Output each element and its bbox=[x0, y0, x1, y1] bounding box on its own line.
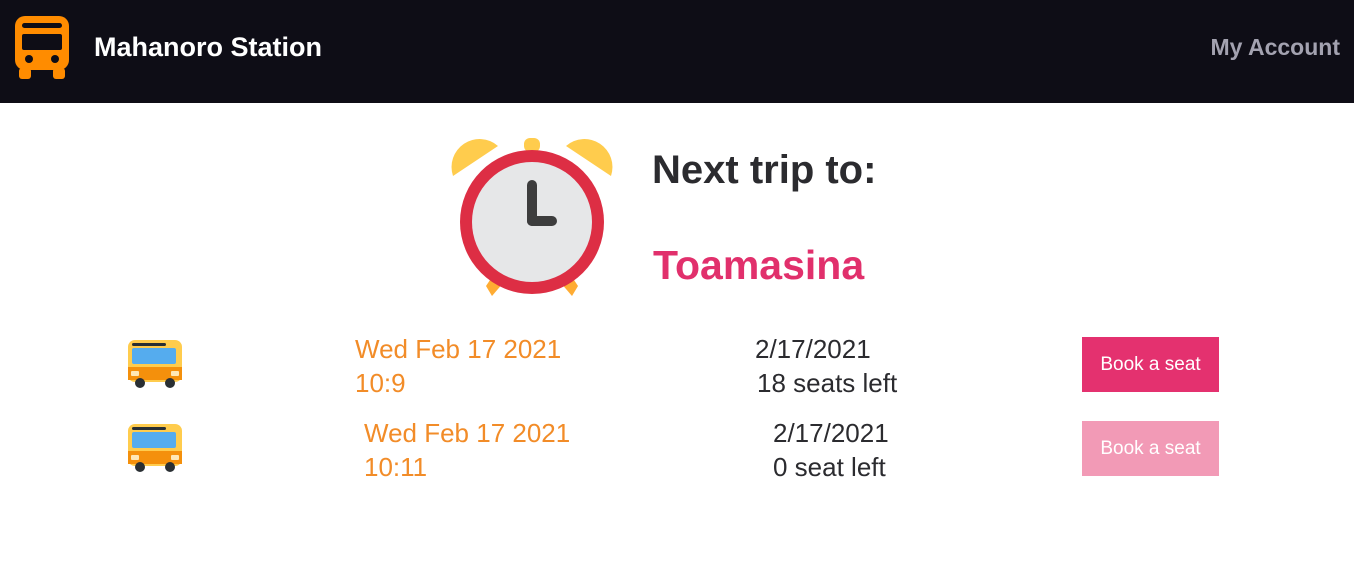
bus-front-icon[interactable] bbox=[13, 14, 71, 80]
trip-date: 2/17/2021 bbox=[773, 418, 889, 448]
trip-row: Wed Feb 17 2021 10:9 2/17/2021 18 seats … bbox=[0, 334, 1354, 401]
trip-day: Wed Feb 17 2021 bbox=[364, 418, 571, 448]
alarm-clock-icon bbox=[451, 138, 613, 296]
seats-left: 0 seat left bbox=[773, 452, 886, 482]
top-nav-bar: Mahanoro Station My Account bbox=[0, 0, 1354, 103]
my-account-link[interactable]: My Account bbox=[1211, 33, 1341, 61]
book-seat-button[interactable]: Book a seat bbox=[1082, 337, 1219, 392]
trip-date: 2/17/2021 bbox=[755, 334, 871, 364]
bus-icon bbox=[128, 340, 182, 388]
book-seat-button[interactable]: Book a seat bbox=[1082, 421, 1219, 476]
station-title: Mahanoro Station bbox=[94, 32, 322, 62]
bus-icon bbox=[128, 424, 182, 472]
destination-name: Toamasina bbox=[653, 242, 865, 288]
trip-time: 10:11 bbox=[364, 452, 428, 482]
next-trip-heading: Next trip to: bbox=[652, 148, 877, 192]
trip-day: Wed Feb 17 2021 bbox=[355, 334, 562, 364]
seats-left: 18 seats left bbox=[757, 368, 898, 398]
trip-row: Wed Feb 17 2021 10:11 2/17/2021 0 seat l… bbox=[0, 418, 1354, 485]
trip-time: 10:9 bbox=[355, 368, 406, 398]
